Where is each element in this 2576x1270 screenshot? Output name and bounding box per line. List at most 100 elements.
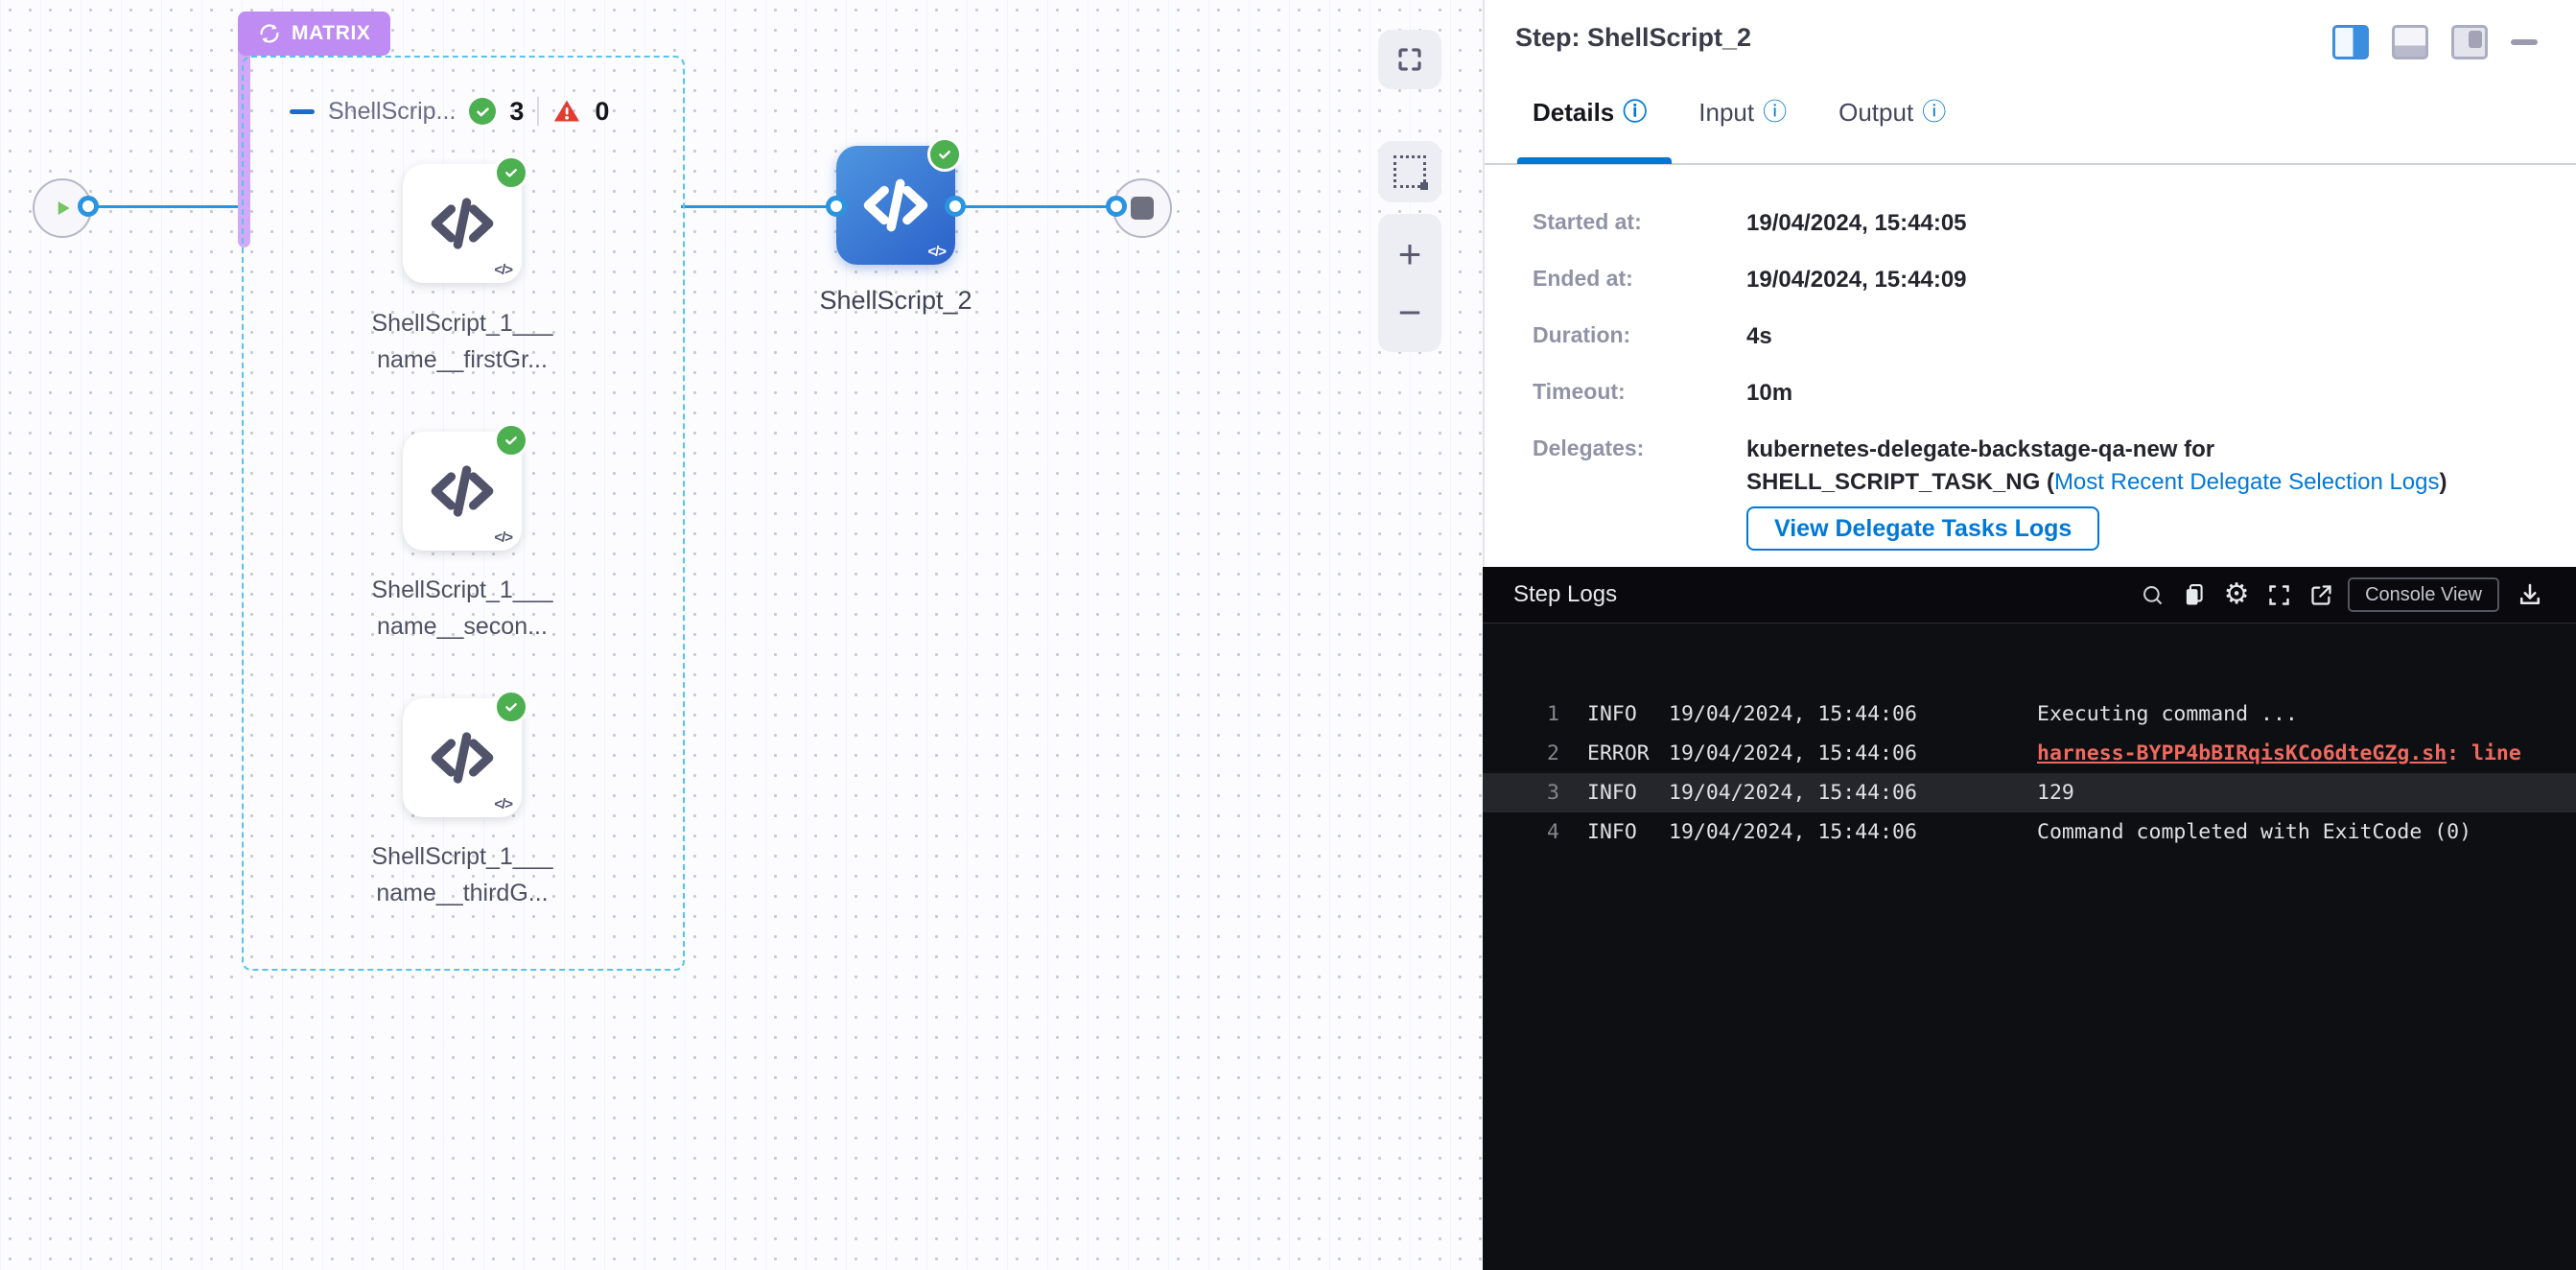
panel-layout-controls [2332, 25, 2538, 59]
matrix-badge-label: MATRIX [292, 22, 371, 45]
success-check-icon [494, 155, 528, 190]
step-logs-title: Step Logs [1513, 581, 1617, 608]
collapse-group-icon[interactable] [290, 109, 315, 114]
edge-matrix-to-step [681, 205, 836, 208]
log-lines[interactable]: 1 INFO 19/04/2024, 15:44:06 Executing co… [1483, 623, 2576, 852]
detail-row-timeout: Timeout: 10m [1533, 377, 2549, 410]
detail-label: Duration: [1533, 320, 1746, 353]
matrix-badge: MATRIX [238, 12, 390, 56]
edge-step-to-end [955, 205, 1116, 208]
zoom-in-icon[interactable]: + [1398, 234, 1422, 274]
detail-row-ended: Ended at: 19/04/2024, 15:44:09 [1533, 264, 2549, 296]
canvas-select-button[interactable] [1378, 141, 1441, 202]
step-out-port [945, 196, 966, 217]
success-check-icon [494, 423, 528, 458]
panel-tabs: Details ⓘ Input ⓘ Output ⓘ [1533, 98, 1946, 128]
log-line-3[interactable]: 3 INFO 19/04/2024, 15:44:06 129 [1483, 773, 2576, 812]
canvas-zoom-control: + − [1378, 214, 1441, 352]
detail-row-delegates: Delegates: kubernetes-delegate-backstage… [1533, 434, 2549, 499]
details-content: Started at: 19/04/2024, 15:44:05 Ended a… [1533, 207, 2549, 551]
log-settings-button[interactable]: ⚙ [2215, 576, 2258, 614]
tab-input[interactable]: Input ⓘ [1698, 98, 1787, 128]
error-script-link[interactable]: harness-BYPP4bBIRqisKCo6dteGZg.sh [2037, 741, 2447, 765]
step-in-port [826, 196, 847, 217]
detail-label: Delegates: [1533, 434, 1746, 499]
canvas-fullscreen-button[interactable] [1378, 30, 1441, 89]
info-icon[interactable]: ⓘ [1922, 101, 1946, 125]
log-download-button[interactable] [2509, 576, 2551, 614]
external-link-icon [2308, 582, 2334, 608]
fullscreen-icon [1395, 45, 1424, 74]
info-icon[interactable]: ⓘ [1763, 101, 1787, 125]
step-node-label: ShellScript_2 [752, 286, 1040, 316]
count-divider [537, 97, 539, 126]
marquee-select-icon [1393, 155, 1426, 188]
log-search-button[interactable] [2131, 576, 2173, 614]
panel-title: Step: ShellScript_2 [1515, 23, 1751, 53]
detail-label: Started at: [1533, 207, 1746, 240]
download-icon [2517, 581, 2543, 608]
shell-script-icon [859, 169, 932, 242]
step-node-shellscript-2[interactable]: </> [836, 146, 955, 265]
matrix-step-node-2[interactable]: </> [403, 432, 522, 551]
step-details-panel: Step: ShellScript_2 Details ⓘ Input ⓘ Ou… [1485, 0, 2576, 567]
collapse-panel-button[interactable] [2511, 39, 2538, 45]
console-view-button[interactable]: Console View [2348, 577, 2499, 612]
success-check-icon [927, 137, 962, 172]
matrix-step-label-3: ShellScript_1___ name__thirdG... [318, 838, 606, 911]
matrix-group-header[interactable]: ShellScrip... 3 0 [290, 92, 609, 130]
log-fullscreen-button[interactable] [2258, 576, 2300, 614]
loop-icon [257, 21, 282, 46]
step-logs-console: Step Logs ⚙ Console View [1483, 567, 2576, 1270]
matrix-step-node-3[interactable]: </> [403, 698, 522, 817]
step-logs-header: Step Logs ⚙ Console View [1483, 567, 2576, 623]
pipeline-canvas[interactable]: MATRIX ShellScrip... 3 0 </> ShellScript… [0, 0, 1483, 1270]
search-icon [2140, 582, 2166, 608]
detail-value: 19/04/2024, 15:44:05 [1746, 207, 1967, 240]
log-line-2[interactable]: 2 ERROR 19/04/2024, 15:44:06 harness-BYP… [1483, 734, 2576, 773]
detail-value: 10m [1746, 377, 1792, 410]
play-icon [50, 196, 75, 221]
active-tab-underline [1517, 157, 1672, 164]
success-count: 3 [509, 97, 524, 127]
log-copy-button[interactable] [2173, 576, 2215, 614]
tab-details[interactable]: Details ⓘ [1533, 98, 1647, 128]
matrix-step-label-2: ShellScript_1___ name__secon... [318, 572, 606, 645]
shell-script-icon [427, 456, 498, 527]
gear-icon: ⚙ [2224, 580, 2250, 609]
log-line-1[interactable]: 1 INFO 19/04/2024, 15:44:06 Executing co… [1483, 694, 2576, 734]
detail-label: Ended at: [1533, 264, 1746, 296]
step-type-badge: </> [494, 796, 512, 812]
edge-start-to-matrix [88, 205, 240, 208]
delegate-selection-logs-link[interactable]: Most Recent Delegate Selection Logs [2054, 469, 2440, 495]
view-delegate-tasks-logs-button[interactable]: View Delegate Tasks Logs [1746, 506, 2099, 551]
detail-value: 4s [1746, 320, 1772, 353]
layout-minimized-view-icon[interactable] [2451, 25, 2488, 59]
shell-script-icon [427, 722, 498, 793]
stop-icon [1131, 197, 1154, 220]
layout-bottom-view-icon[interactable] [2392, 25, 2428, 59]
warning-triangle-icon [552, 98, 581, 125]
zoom-out-icon[interactable]: − [1398, 293, 1422, 333]
detail-label: Timeout: [1533, 377, 1746, 410]
log-open-new-tab-button[interactable] [2300, 576, 2342, 614]
step-type-badge: </> [927, 244, 946, 260]
matrix-step-node-1[interactable]: </> [403, 164, 522, 283]
success-check-icon [469, 98, 496, 125]
detail-value: 19/04/2024, 15:44:09 [1746, 264, 1967, 296]
fullscreen-icon [2266, 582, 2292, 608]
step-type-badge: </> [494, 262, 512, 278]
layout-right-view-icon[interactable] [2332, 25, 2369, 59]
tab-output[interactable]: Output ⓘ [1838, 98, 1946, 128]
start-node-out-port [78, 196, 99, 217]
detail-row-started: Started at: 19/04/2024, 15:44:05 [1533, 207, 2549, 240]
info-icon[interactable]: ⓘ [1623, 101, 1647, 125]
matrix-group-name: ShellScrip... [328, 98, 456, 126]
copy-icon [2181, 581, 2208, 608]
step-type-badge: </> [494, 529, 512, 546]
log-line-4[interactable]: 4 INFO 19/04/2024, 15:44:06 Command comp… [1483, 812, 2576, 852]
detail-value: kubernetes-delegate-backstage-qa-new for… [1746, 434, 2447, 499]
success-check-icon [494, 690, 528, 724]
matrix-step-label-1: ShellScript_1___ name__firstGr... [318, 305, 606, 378]
error-count: 0 [595, 97, 609, 127]
